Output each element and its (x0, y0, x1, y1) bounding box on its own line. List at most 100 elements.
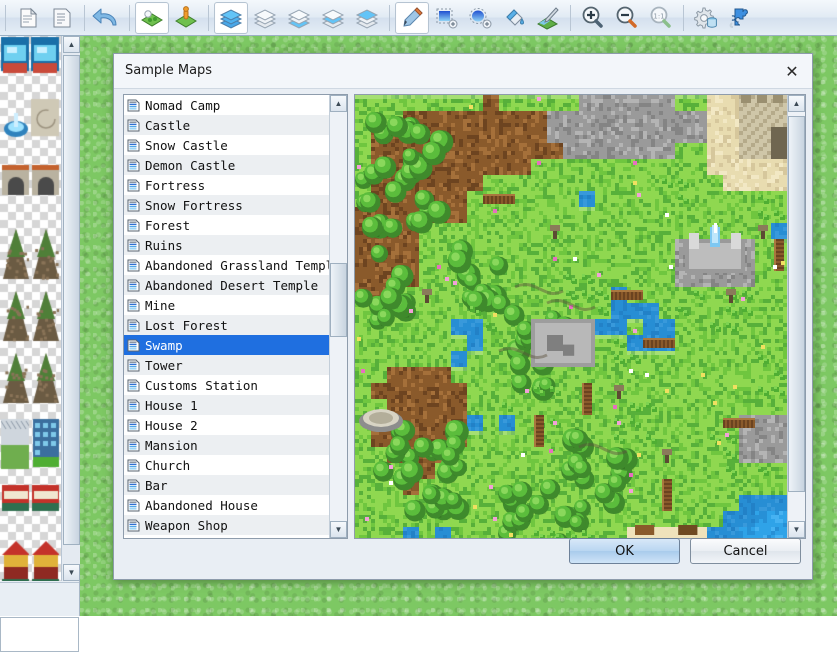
map-document-icon (127, 279, 140, 292)
list-item[interactable]: Nomad Camp (124, 95, 329, 115)
preview-scroll-down-button[interactable]: ▼ (788, 521, 805, 538)
plugin-icon[interactable] (723, 2, 757, 34)
list-item[interactable]: Swamp (124, 335, 329, 355)
list-item-label: Fortress (145, 177, 206, 193)
layer-3-icon[interactable] (316, 2, 350, 34)
map-preview-scrollbar[interactable]: ▲ ▼ (787, 95, 805, 538)
new-map-icon[interactable] (11, 2, 45, 34)
list-item[interactable]: Demon Castle (124, 155, 329, 175)
layer-2-icon[interactable] (282, 2, 316, 34)
list-item-label: Lost Forest (145, 317, 228, 333)
pencil-icon[interactable] (395, 1, 429, 34)
layer-4-icon[interactable] (350, 2, 384, 34)
map-list-scroll-down-button[interactable]: ▼ (330, 521, 347, 538)
sample-maps-dialog: Sample Maps ✕ Nomad Camp Castle Snow Castl… (113, 53, 813, 580)
list-item-label: Mine (145, 297, 176, 313)
palette-footer-box (0, 617, 79, 652)
map-document-icon (127, 359, 140, 372)
list-item-label: Customs Station (145, 377, 258, 393)
cancel-button[interactable]: Cancel (690, 538, 801, 564)
list-item[interactable]: Church (124, 455, 329, 475)
list-item[interactable]: Forest (124, 215, 329, 235)
close-icon[interactable]: ✕ (781, 61, 803, 83)
zoom-actual-icon[interactable]: 1:1 (644, 2, 678, 34)
map-document-icon (127, 439, 140, 452)
list-item[interactable]: Lost Forest (124, 315, 329, 335)
list-item-label: Church (145, 457, 191, 473)
map-list-scroll-up-button[interactable]: ▲ (330, 95, 347, 112)
list-item[interactable]: Fortress (124, 175, 329, 195)
toolbar-separator (5, 4, 6, 31)
list-item[interactable]: Weapon Shop (124, 515, 329, 535)
chevron-down-icon: ▼ (67, 568, 76, 577)
document-properties-icon[interactable] (45, 2, 79, 34)
list-item-label: Abandoned Grassland Temple (145, 257, 329, 273)
map-document-icon (127, 459, 140, 472)
list-item[interactable]: Abandoned Grassland Temple (124, 255, 329, 275)
list-item[interactable]: Snow Castle (124, 135, 329, 155)
list-item[interactable]: Castle (124, 115, 329, 135)
list-item[interactable]: Customs Station (124, 375, 329, 395)
database-settings-icon[interactable] (689, 2, 723, 34)
list-item[interactable]: Mine (124, 295, 329, 315)
toolbar-separator (389, 4, 390, 31)
layer-1-icon[interactable] (248, 2, 282, 34)
zoom-in-icon[interactable] (576, 2, 610, 34)
list-item[interactable]: Mansion (124, 435, 329, 455)
tile-palette[interactable] (0, 36, 62, 581)
ellipse-select-icon[interactable] (463, 2, 497, 34)
palette-status-strip (0, 582, 79, 616)
list-item-label: Swamp (145, 337, 183, 353)
palette-scroll-thumb[interactable] (63, 55, 80, 545)
svg-text:1:1: 1:1 (653, 12, 664, 20)
list-item-label: Tower (145, 357, 183, 373)
map-document-icon (127, 479, 140, 492)
map-document-icon (127, 139, 140, 152)
map-document-icon (127, 179, 140, 192)
all-layers-icon[interactable] (214, 1, 248, 34)
map-preview-canvas (355, 95, 787, 538)
list-item[interactable]: House 2 (124, 415, 329, 435)
undo-icon[interactable] (90, 2, 124, 34)
preview-scroll-up-button[interactable]: ▲ (788, 95, 805, 112)
map-list-scrollbar[interactable]: ▲ ▼ (329, 95, 347, 538)
eyedropper-icon[interactable] (531, 2, 565, 34)
list-item-label: Forest (145, 217, 191, 233)
list-item-label: House 2 (145, 417, 198, 433)
chevron-up-icon: ▲ (792, 99, 801, 108)
map-document-icon (127, 219, 140, 232)
event-layer-icon[interactable] (169, 2, 203, 34)
fill-bucket-icon[interactable] (497, 2, 531, 34)
tile-palette-panel: ▲ ▼ (0, 36, 80, 652)
map-preview[interactable] (355, 95, 787, 538)
map-list-scroll-thumb[interactable] (330, 263, 347, 337)
palette-scroll-up-button[interactable]: ▲ (63, 36, 80, 53)
list-item[interactable]: Bar (124, 475, 329, 495)
dialog-title: Sample Maps (125, 63, 213, 78)
map-document-icon (127, 399, 140, 412)
list-item[interactable]: Tower (124, 355, 329, 375)
list-item-label: Abandoned House (145, 497, 258, 513)
list-item[interactable]: Ruins (124, 235, 329, 255)
palette-scrollbar[interactable]: ▲ ▼ (61, 36, 80, 581)
list-item-label: Abandoned Desert Temple (145, 277, 319, 293)
list-item-label: House 1 (145, 397, 198, 413)
list-item-label: Castle (145, 117, 191, 133)
list-item[interactable]: House 1 (124, 395, 329, 415)
sample-map-list[interactable]: Nomad Camp Castle Snow Castle Demon Castle F… (124, 95, 329, 538)
list-item[interactable]: Abandoned Desert Temple (124, 275, 329, 295)
zoom-out-icon[interactable] (610, 2, 644, 34)
terrain-layer-icon[interactable] (135, 1, 169, 34)
tile-palette-canvas[interactable] (0, 36, 61, 581)
map-document-icon (127, 419, 140, 432)
ok-button[interactable]: OK (569, 538, 680, 564)
preview-scroll-thumb[interactable] (788, 116, 805, 493)
palette-scroll-down-button[interactable]: ▼ (63, 564, 80, 581)
map-document-icon (127, 159, 140, 172)
list-item[interactable]: Abandoned House (124, 495, 329, 515)
map-document-icon (127, 519, 140, 532)
chevron-down-icon: ▼ (334, 525, 343, 534)
rectangle-select-icon[interactable] (429, 2, 463, 34)
list-item-label: Snow Fortress (145, 197, 243, 213)
list-item[interactable]: Snow Fortress (124, 195, 329, 215)
